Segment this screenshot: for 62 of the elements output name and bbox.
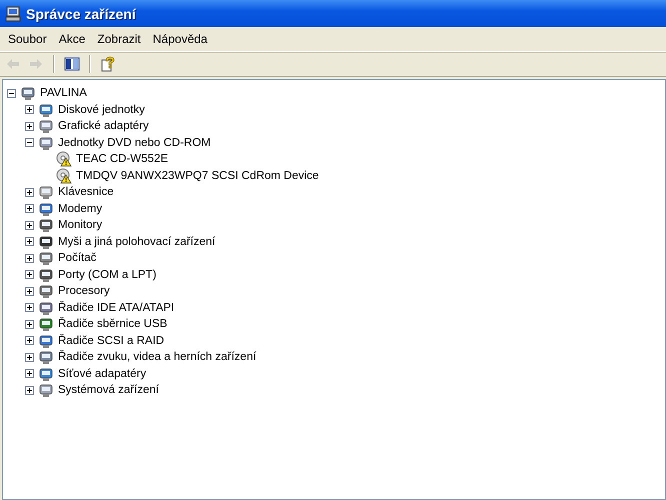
expand-toggle[interactable] xyxy=(25,336,34,346)
menu-item[interactable]: Nápověda xyxy=(146,32,214,46)
tree-item[interactable]: Grafické adaptéry xyxy=(57,120,150,132)
device-icon xyxy=(38,217,54,234)
expand-toggle[interactable] xyxy=(25,369,34,378)
expand-toggle[interactable] xyxy=(25,320,34,329)
expand-toggle[interactable] xyxy=(25,204,34,214)
tree-item[interactable]: Modemy xyxy=(57,202,104,215)
menu-item[interactable]: Akce xyxy=(52,32,92,46)
tree-item[interactable]: Diskové jednotky xyxy=(57,104,146,116)
tree-item[interactable]: Systémová zařízení xyxy=(57,384,160,396)
device-icon xyxy=(38,134,54,151)
tree-item[interactable]: Klávesnice xyxy=(57,186,115,198)
tree-item[interactable]: Procesory xyxy=(57,285,111,298)
tree-item[interactable]: Řadiče SCSI a RAID xyxy=(57,334,166,347)
expand-toggle[interactable] xyxy=(25,237,34,246)
device-icon xyxy=(38,102,54,118)
collapse-toggle[interactable] xyxy=(25,138,34,148)
panel-icon xyxy=(64,56,80,72)
device-icon xyxy=(38,283,54,300)
tree-item[interactable]: Počítač xyxy=(57,252,98,264)
device-icon xyxy=(38,316,54,332)
device-icon xyxy=(38,366,54,382)
expand-toggle[interactable] xyxy=(25,303,34,312)
expand-toggle[interactable] xyxy=(25,220,34,230)
expand-toggle[interactable] xyxy=(25,286,34,296)
expand-toggle[interactable] xyxy=(25,188,34,197)
expand-toggle[interactable] xyxy=(25,352,34,362)
expand-toggle[interactable] xyxy=(25,122,34,131)
expand-toggle[interactable] xyxy=(25,105,34,114)
computer-icon xyxy=(5,6,21,22)
expand-toggle[interactable] xyxy=(25,386,34,395)
device-icon xyxy=(38,250,54,266)
expand-toggle[interactable] xyxy=(25,270,34,280)
tree-item[interactable]: Monitory xyxy=(57,219,104,232)
device-icon xyxy=(38,382,54,398)
window-title: Správce zařízení xyxy=(26,6,136,22)
device-icon xyxy=(38,332,54,349)
tree-item[interactable]: TMDQV 9ANWX23WPQ7 SCSI CdRom Device xyxy=(75,170,320,182)
tree-item[interactable]: Řadiče sběrnice USB xyxy=(57,318,168,330)
device-icon xyxy=(38,266,54,283)
menu-item[interactable]: Zobrazit xyxy=(91,32,147,46)
help-icon xyxy=(100,56,116,72)
tree-item[interactable]: Síťové adapatéry xyxy=(57,368,148,380)
tree-item[interactable]: Jednotky DVD nebo CD-ROM xyxy=(57,136,212,149)
device-icon xyxy=(38,300,54,316)
device-icon xyxy=(38,234,54,250)
device-icon xyxy=(38,184,54,200)
device-icon xyxy=(38,118,54,134)
tree-item[interactable]: Myši a jiná polohovací zařízení xyxy=(57,236,216,248)
expand-toggle[interactable] xyxy=(25,254,34,263)
device-icon xyxy=(20,85,36,102)
tree-item[interactable]: Porty (COM a LPT) xyxy=(57,268,158,281)
tree-item[interactable]: PAVLINA xyxy=(39,87,88,100)
tree-item[interactable]: Řadiče zvuku, videa a herních zařízení xyxy=(57,351,258,364)
tree-item[interactable]: TEAC CD-W552E xyxy=(75,153,170,166)
arrow-right-icon xyxy=(28,56,44,72)
menu-item[interactable]: Soubor xyxy=(2,32,53,46)
tree-item[interactable]: Řadiče IDE ATA/ATAPI xyxy=(57,302,176,314)
collapse-toggle[interactable] xyxy=(7,88,16,98)
device-icon xyxy=(38,200,54,217)
device-icon xyxy=(38,349,54,366)
